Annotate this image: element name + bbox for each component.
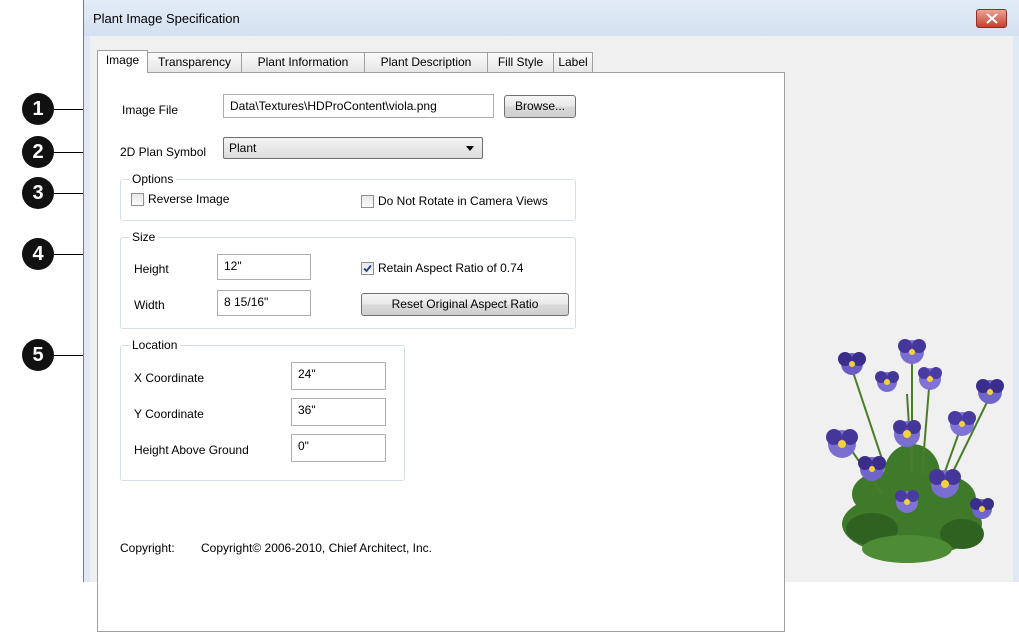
reverse-image-checkbox[interactable] (131, 193, 144, 206)
chevron-down-icon (466, 146, 474, 151)
tab-image[interactable]: Image (97, 50, 148, 73)
reverse-image-label: Reverse Image (148, 192, 230, 206)
location-group: Location X Coordinate 24" Y Coordinate 3… (120, 338, 405, 481)
plan-symbol-value: Plant (229, 141, 257, 155)
do-not-rotate-label: Do Not Rotate in Camera Views (378, 194, 548, 208)
location-group-title: Location (129, 338, 181, 352)
retain-aspect-label: Retain Aspect Ratio of 0.74 (378, 261, 524, 275)
tab-plant-description[interactable]: Plant Description (364, 52, 488, 72)
options-group-title: Options (129, 172, 177, 186)
size-group-title: Size (129, 230, 159, 244)
reset-aspect-ratio-button[interactable]: Reset Original Aspect Ratio (361, 293, 569, 316)
image-tab-panel: Image File Data\Textures\HDProContent\vi… (97, 72, 785, 632)
callout-2: 2 (22, 136, 54, 168)
image-file-field[interactable]: Data\Textures\HDProContent\viola.png (223, 94, 494, 118)
callout-4: 4 (22, 238, 54, 270)
y-coordinate-label: Y Coordinate (134, 407, 204, 421)
tab-transparency[interactable]: Transparency (147, 52, 242, 72)
window-title: Plant Image Specification (93, 11, 240, 26)
x-coordinate-label: X Coordinate (134, 371, 205, 385)
do-not-rotate-checkbox[interactable] (361, 195, 374, 208)
plan-symbol-label: 2D Plan Symbol (120, 145, 207, 159)
options-group: Options Reverse Image Do Not Rotate in C… (120, 172, 576, 221)
copyright-value: Copyright© 2006-2010, Chief Architect, I… (201, 541, 432, 555)
dialog-client: Image Transparency Plant Information Pla… (90, 36, 1013, 632)
x-coordinate-field[interactable]: 24" (291, 362, 386, 390)
image-file-label: Image File (122, 103, 179, 117)
close-icon (986, 13, 998, 24)
plan-symbol-dropdown[interactable]: Plant (223, 137, 483, 159)
y-coordinate-field[interactable]: 36" (291, 398, 386, 426)
height-above-ground-label: Height Above Ground (134, 443, 249, 457)
browse-button[interactable]: Browse... (504, 95, 576, 118)
tab-label[interactable]: Label (553, 52, 593, 72)
callout-5: 5 (22, 339, 54, 371)
tab-fill-style[interactable]: Fill Style (487, 52, 554, 72)
callout-1: 1 (22, 93, 54, 125)
close-button[interactable] (976, 9, 1007, 28)
width-label: Width (134, 298, 165, 312)
height-field[interactable]: 12" (217, 254, 311, 280)
height-above-ground-field[interactable]: 0" (291, 434, 386, 462)
viola-plant-image (826, 339, 1004, 563)
size-group: Size Height 12" Width 8 15/16" Retain As… (120, 230, 576, 329)
check-icon (363, 264, 372, 273)
tab-plant-information[interactable]: Plant Information (241, 52, 365, 72)
title-bar[interactable]: Plant Image Specification (84, 0, 1019, 36)
copyright-label: Copyright: (120, 541, 175, 555)
dialog-window: Plant Image Specification Image Transpar… (83, 0, 1019, 632)
width-field[interactable]: 8 15/16" (217, 290, 311, 316)
callout-3: 3 (22, 177, 54, 209)
retain-aspect-checkbox[interactable] (361, 262, 374, 275)
height-label: Height (134, 262, 169, 276)
